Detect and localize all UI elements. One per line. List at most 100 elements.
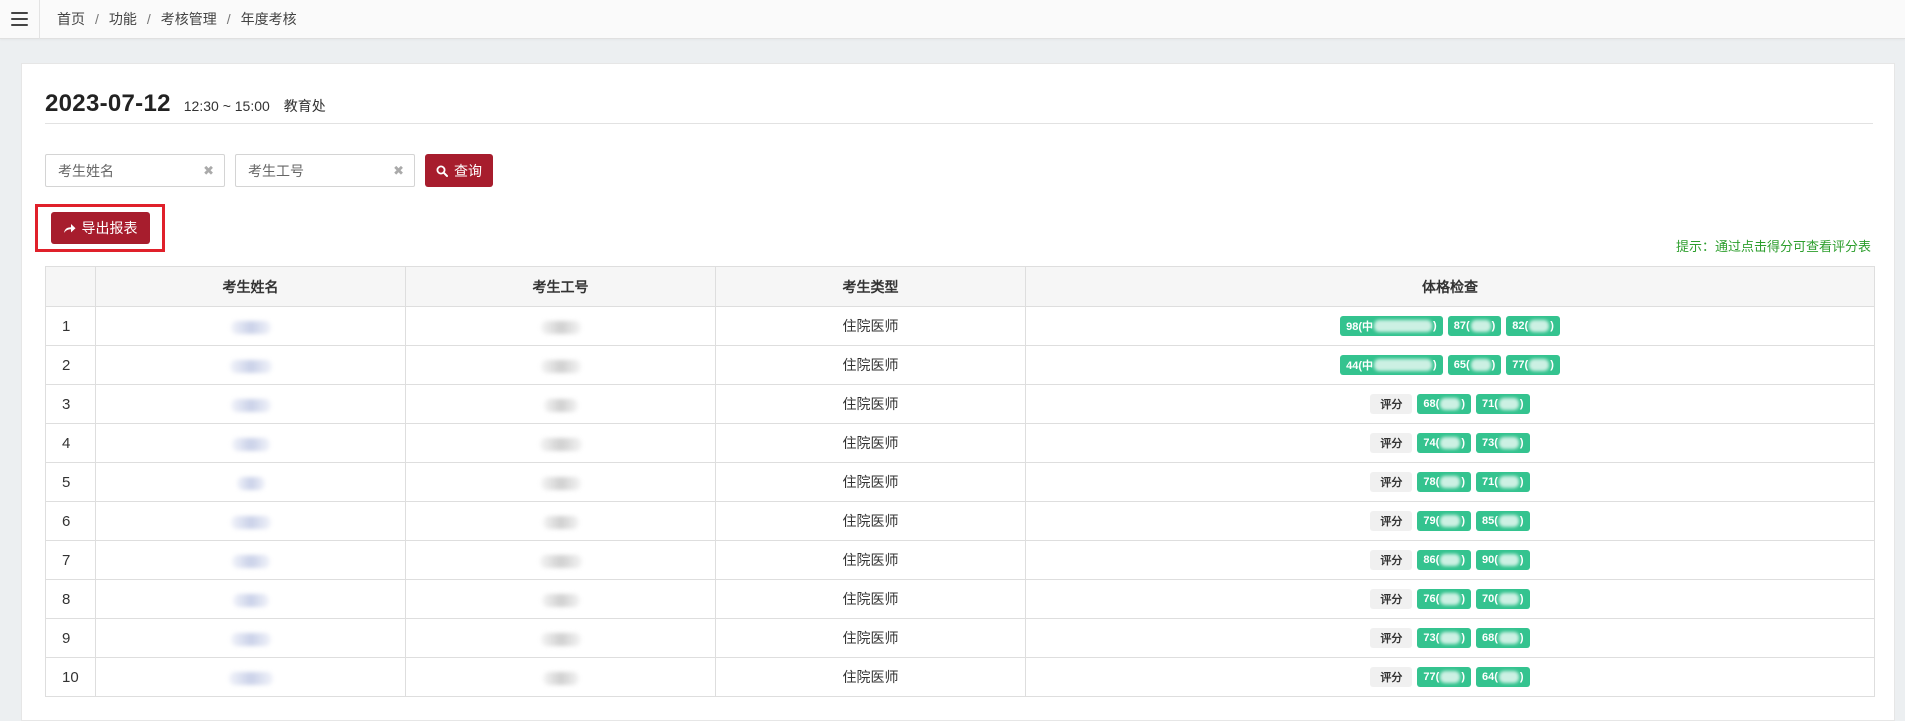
score-chip[interactable]: 74()	[1417, 433, 1471, 453]
score-chip-label: 77(	[1423, 671, 1440, 683]
score-chip[interactable]: 77()	[1417, 667, 1471, 687]
row-index: 10	[45, 657, 96, 697]
score-chip-label: 85(	[1482, 515, 1498, 527]
breadcrumb-home[interactable]: 首页	[57, 9, 85, 29]
redacted-id	[539, 554, 582, 568]
exam-department: 教育处	[283, 98, 326, 114]
candidate-type-cell: 住院医师	[715, 462, 1026, 502]
score-chip-label: 87(	[1453, 320, 1470, 332]
table-row: 8 住院医师 评分 76() 70()	[45, 579, 1875, 619]
id-search-input[interactable]	[236, 155, 414, 186]
paren: )	[1461, 554, 1465, 566]
candidate-name-cell	[95, 462, 406, 502]
query-button[interactable]: 查询	[425, 154, 493, 187]
grade-button[interactable]: 评分	[1370, 472, 1413, 492]
score-chip[interactable]: 87()	[1447, 316, 1502, 336]
score-chip[interactable]: 71()	[1476, 394, 1530, 414]
candidate-id-cell	[405, 618, 716, 658]
grade-button[interactable]: 评分	[1370, 433, 1413, 453]
paren: )	[1433, 359, 1437, 371]
table-row: 9 住院医师 评分 73() 68()	[45, 618, 1875, 658]
score-chip[interactable]: 78()	[1417, 472, 1471, 492]
redacted-examiner	[1440, 437, 1461, 449]
table-row: 3 住院医师 评分 68() 71()	[45, 384, 1875, 424]
grade-button[interactable]: 评分	[1370, 394, 1413, 414]
paren: )	[1519, 437, 1524, 449]
grade-button[interactable]: 评分	[1370, 589, 1413, 609]
export-button-label: 导出报表	[81, 220, 138, 236]
score-chip-label: 65(	[1453, 359, 1470, 371]
exam-time: 12:30 ~ 15:00	[183, 98, 270, 114]
score-chip[interactable]: 76()	[1417, 589, 1471, 609]
score-chip-group: 评分 79() 85()	[1370, 511, 1530, 531]
redacted-id	[539, 437, 582, 451]
physical-exam-cell: 评分 86() 90()	[1025, 540, 1875, 580]
candidate-name-cell	[95, 618, 406, 658]
physical-exam-cell: 评分 78() 71()	[1025, 462, 1875, 502]
paren: )	[1461, 398, 1465, 410]
grade-button[interactable]: 评分	[1370, 511, 1413, 531]
redacted-name	[236, 476, 265, 490]
paren: )	[1461, 476, 1465, 488]
score-chip[interactable]: 82()	[1506, 316, 1560, 336]
candidate-id-cell	[405, 345, 716, 385]
physical-exam-cell: 评分 76() 70()	[1025, 579, 1875, 619]
export-report-button[interactable]: 导出报表	[50, 212, 150, 244]
score-chip-label: 73(	[1482, 437, 1498, 449]
physical-exam-cell: 评分 73() 68()	[1025, 618, 1875, 658]
candidate-name-cell	[95, 384, 406, 424]
redacted-id	[542, 671, 579, 685]
score-chip[interactable]: 68()	[1417, 394, 1471, 414]
score-chip[interactable]: 64()	[1476, 667, 1530, 687]
redacted-examiner	[1374, 359, 1433, 371]
score-chip-label: 64(	[1482, 671, 1498, 683]
score-chip[interactable]: 86()	[1417, 550, 1471, 570]
table-row: 1 住院医师 98(中) 87() 82()	[45, 306, 1875, 346]
paren: )	[1519, 554, 1524, 566]
top-bar: 首页 / 功能 / 考核管理 / 年度考核	[0, 0, 1905, 39]
search-icon	[436, 165, 448, 177]
table-row: 6 住院医师 评分 79() 85()	[45, 501, 1875, 541]
redacted-name	[231, 554, 270, 568]
breadcrumb-functions[interactable]: 功能	[109, 9, 137, 29]
redacted-examiner	[1470, 320, 1491, 332]
score-chip[interactable]: 44(中)	[1340, 355, 1443, 375]
score-chip-label: 77(	[1512, 359, 1529, 371]
grade-button[interactable]: 评分	[1370, 667, 1413, 687]
clear-icon[interactable]: ✖	[393, 163, 404, 179]
score-chip[interactable]: 85()	[1476, 511, 1530, 531]
breadcrumb-current: 年度考核	[240, 11, 297, 27]
candidate-name-cell	[95, 540, 406, 580]
redacted-examiner	[1440, 515, 1461, 527]
score-chip[interactable]: 79()	[1417, 511, 1471, 531]
name-search-input[interactable]	[46, 155, 224, 186]
hamburger-menu-icon[interactable]	[0, 0, 40, 39]
grade-button[interactable]: 评分	[1370, 628, 1413, 648]
score-chip-label: 76(	[1423, 593, 1440, 605]
score-chip[interactable]: 77()	[1506, 355, 1560, 375]
score-chip[interactable]: 68()	[1476, 628, 1530, 648]
redacted-examiner	[1440, 632, 1461, 644]
grade-button[interactable]: 评分	[1370, 550, 1413, 570]
redacted-examiner	[1529, 359, 1550, 371]
score-chip[interactable]: 98(中)	[1340, 316, 1443, 336]
score-chip[interactable]: 90()	[1476, 550, 1530, 570]
clear-icon[interactable]: ✖	[203, 163, 214, 179]
score-chip[interactable]: 71()	[1476, 472, 1530, 492]
redacted-name	[228, 671, 273, 685]
score-chip[interactable]: 73()	[1417, 628, 1471, 648]
candidate-id-cell	[405, 306, 716, 346]
score-chip[interactable]: 70()	[1476, 589, 1530, 609]
paren: )	[1550, 359, 1554, 371]
table-row: 10 住院医师 评分 77() 64()	[45, 657, 1875, 697]
physical-exam-cell: 评分 68() 71()	[1025, 384, 1875, 424]
physical-exam-cell: 44(中) 65() 77()	[1025, 345, 1875, 385]
table-body: 1 住院医师 98(中) 87() 82() 2 住院医师 44(中) 65() 77() 3 住院医…	[45, 306, 1875, 697]
row-index: 7	[45, 540, 96, 580]
exam-results-table: 考生姓名 考生工号 考生类型 体格检查 1 住院医师 98(中) 87() 82() 2 住…	[45, 266, 1875, 697]
breadcrumb-assessment[interactable]: 考核管理	[161, 9, 217, 29]
export-highlight: 导出报表	[35, 204, 165, 252]
score-chip[interactable]: 65()	[1447, 355, 1502, 375]
score-chip[interactable]: 73()	[1476, 433, 1530, 453]
candidate-type-cell: 住院医师	[715, 384, 1026, 424]
